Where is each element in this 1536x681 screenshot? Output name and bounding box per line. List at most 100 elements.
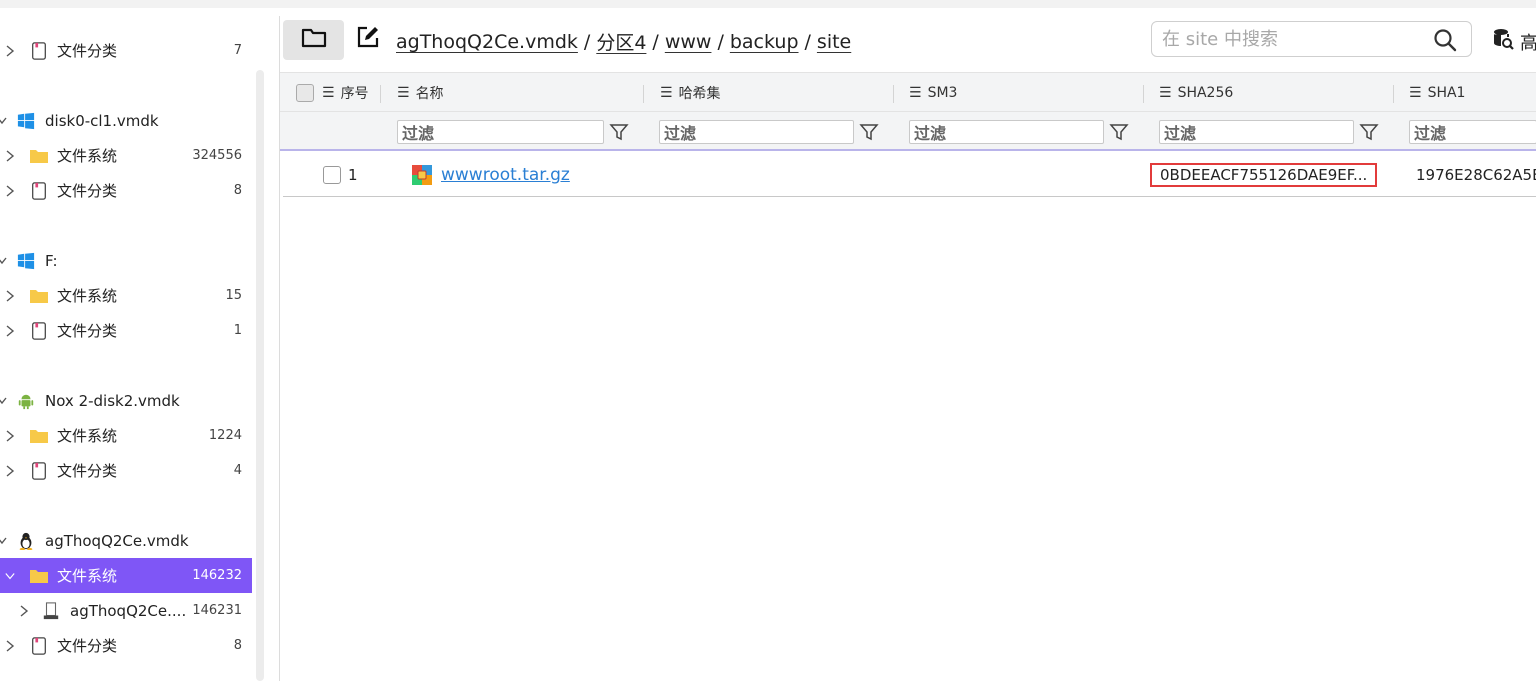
tree-item-category[interactable]: 文件分类 7 [0, 33, 252, 68]
search-icon[interactable] [1433, 28, 1457, 52]
tree-item-label: 文件分类 [57, 637, 118, 655]
evidence-tree-sidebar: 文件分类 7 disk0-cl1.vmdk 文件系统 324556 文件分类 8… [0, 16, 268, 681]
column-divider[interactable] [893, 85, 894, 103]
row-checkbox[interactable] [323, 166, 341, 184]
tree-item-disk[interactable]: agThoqQ2Ce.vmdk [0, 523, 252, 558]
sidebar-scrollbar[interactable] [256, 70, 264, 681]
select-all-header [296, 73, 314, 113]
tree-item-disk[interactable]: Nox 2-disk2.vmdk [0, 383, 252, 418]
column-divider[interactable] [643, 85, 644, 103]
filter-input-hashset[interactable]: 过滤 [659, 120, 854, 144]
table-row[interactable]: 1 wwwroot.tar.gz 0BDEEACF755126DAE9EF...… [283, 153, 1536, 197]
tree-item-label: agThoqQ2Ce.... [70, 601, 187, 620]
breadcrumb-item-disk[interactable]: agThoqQ2Ce.vmdk [396, 31, 578, 53]
column-header-name[interactable]: ☰ 名称 [397, 73, 444, 113]
breadcrumb-item-site[interactable]: site [817, 31, 851, 53]
column-header-label: SHA1 [1427, 85, 1466, 101]
windows-icon [16, 251, 36, 271]
folder-view-button[interactable] [283, 20, 344, 60]
chevron-right-icon[interactable] [4, 44, 16, 57]
tree-item-label: agThoqQ2Ce.vmdk [45, 531, 189, 550]
row-name-cell: wwwroot.tar.gz [411, 153, 570, 197]
tree-item-count: 1224 [208, 428, 242, 443]
tree-item-category[interactable]: 文件分类 8 [0, 173, 252, 208]
tree-item-filesystem[interactable]: 文件系统 15 [0, 278, 252, 313]
chevron-right-icon[interactable] [4, 639, 16, 652]
column-header-sm3[interactable]: ☰ SM3 [909, 73, 957, 113]
chevron-down-icon[interactable] [0, 535, 8, 547]
filter-icon[interactable] [1109, 122, 1129, 142]
column-divider[interactable] [1393, 85, 1394, 103]
advanced-search-label: 高 [1520, 32, 1536, 54]
category-icon [29, 321, 49, 341]
tree-item-label: Nox 2-disk2.vmdk [45, 391, 180, 410]
tree-item-disk[interactable]: F: [0, 243, 252, 278]
tree-item-count: 324556 [192, 148, 242, 163]
chevron-right-icon[interactable] [4, 464, 16, 477]
tree-item-disk[interactable]: disk0-cl1.vmdk [0, 103, 252, 138]
chevron-right-icon[interactable] [4, 184, 16, 197]
tree-item-label: 文件系统 [57, 567, 118, 585]
file-name-link[interactable]: wwwroot.tar.gz [441, 165, 570, 185]
tree-item-drive[interactable]: agThoqQ2Ce.... 146231 [0, 593, 252, 628]
tree-item-filesystem-selected[interactable]: 文件系统 146232 [0, 558, 252, 593]
category-icon [29, 181, 49, 201]
chevron-right-icon[interactable] [4, 149, 16, 162]
category-icon [29, 41, 49, 61]
column-header-sha256[interactable]: ☰ SHA256 [1159, 73, 1233, 113]
edit-path-button[interactable] [355, 26, 381, 52]
chevron-right-icon[interactable] [4, 289, 16, 302]
breadcrumb-separator: / [717, 30, 724, 53]
column-header-label: 序号 [340, 86, 369, 102]
breadcrumb-item-backup[interactable]: backup [730, 31, 799, 53]
column-divider[interactable] [380, 85, 381, 103]
column-header-index[interactable]: ☰ 序号 [322, 73, 369, 113]
database-search-icon [1492, 28, 1514, 55]
folder-icon [29, 146, 49, 166]
breadcrumb-separator: / [652, 30, 659, 53]
column-header-label: SHA256 [1177, 85, 1234, 101]
file-list-panel: agThoqQ2Ce.vmdk / 分区4 / www / backup / s… [279, 16, 1536, 681]
chevron-down-icon[interactable] [4, 570, 16, 582]
search-input[interactable] [1162, 27, 1412, 51]
tree-item-category[interactable]: 文件分类 8 [0, 628, 252, 663]
chevron-right-icon[interactable] [4, 429, 16, 442]
filter-input-sm3[interactable]: 过滤 [909, 120, 1104, 144]
tree-item-label: 文件分类 [57, 462, 118, 480]
tree-item-label: 文件系统 [57, 427, 118, 445]
filter-icon[interactable] [859, 122, 879, 142]
column-header-label: SM3 [927, 85, 958, 101]
sha256-value-highlighted[interactable]: 0BDEEACF755126DAE9EF... [1150, 163, 1378, 187]
tree-item-category[interactable]: 文件分类 4 [0, 453, 252, 488]
advanced-search-button[interactable]: 高 [1492, 28, 1536, 55]
filter-row: 过滤 过滤 过滤 过滤 过滤 [280, 112, 1536, 151]
column-divider[interactable] [1143, 85, 1144, 103]
column-header-hashset[interactable]: ☰ 哈希集 [660, 73, 721, 113]
select-all-checkbox[interactable] [296, 84, 314, 102]
edit-icon [356, 25, 380, 53]
tree-item-filesystem[interactable]: 文件系统 1224 [0, 418, 252, 453]
column-menu-icon: ☰ [1409, 85, 1422, 101]
filter-input-sha256[interactable]: 过滤 [1159, 120, 1354, 144]
breadcrumb-item-partition[interactable]: 分区4 [596, 28, 646, 55]
tree-item-filesystem[interactable]: 文件系统 324556 [0, 138, 252, 173]
filter-icon[interactable] [1359, 122, 1379, 142]
tree-item-category[interactable]: 文件分类 1 [0, 313, 252, 348]
chevron-right-icon[interactable] [4, 324, 16, 337]
toolbar: agThoqQ2Ce.vmdk / 分区4 / www / backup / s… [280, 16, 1536, 62]
row-sha1[interactable]: 1976E28C62A5E [1416, 153, 1536, 197]
filter-input-sha1[interactable]: 过滤 [1409, 120, 1536, 144]
filter-input-name[interactable]: 过滤 [397, 120, 604, 144]
filter-icon[interactable] [609, 122, 629, 142]
column-menu-icon: ☰ [397, 85, 410, 101]
column-menu-icon: ☰ [322, 85, 335, 101]
column-header-sha1[interactable]: ☰ SHA1 [1409, 73, 1465, 113]
drive-icon [41, 601, 61, 621]
chevron-down-icon[interactable] [0, 115, 8, 127]
breadcrumb-item-www[interactable]: www [665, 31, 712, 53]
chevron-right-icon[interactable] [18, 604, 30, 617]
breadcrumb: agThoqQ2Ce.vmdk / 分区4 / www / backup / s… [396, 28, 851, 55]
chevron-down-icon[interactable] [0, 395, 8, 407]
folder-icon [29, 426, 49, 446]
chevron-down-icon[interactable] [0, 255, 8, 267]
